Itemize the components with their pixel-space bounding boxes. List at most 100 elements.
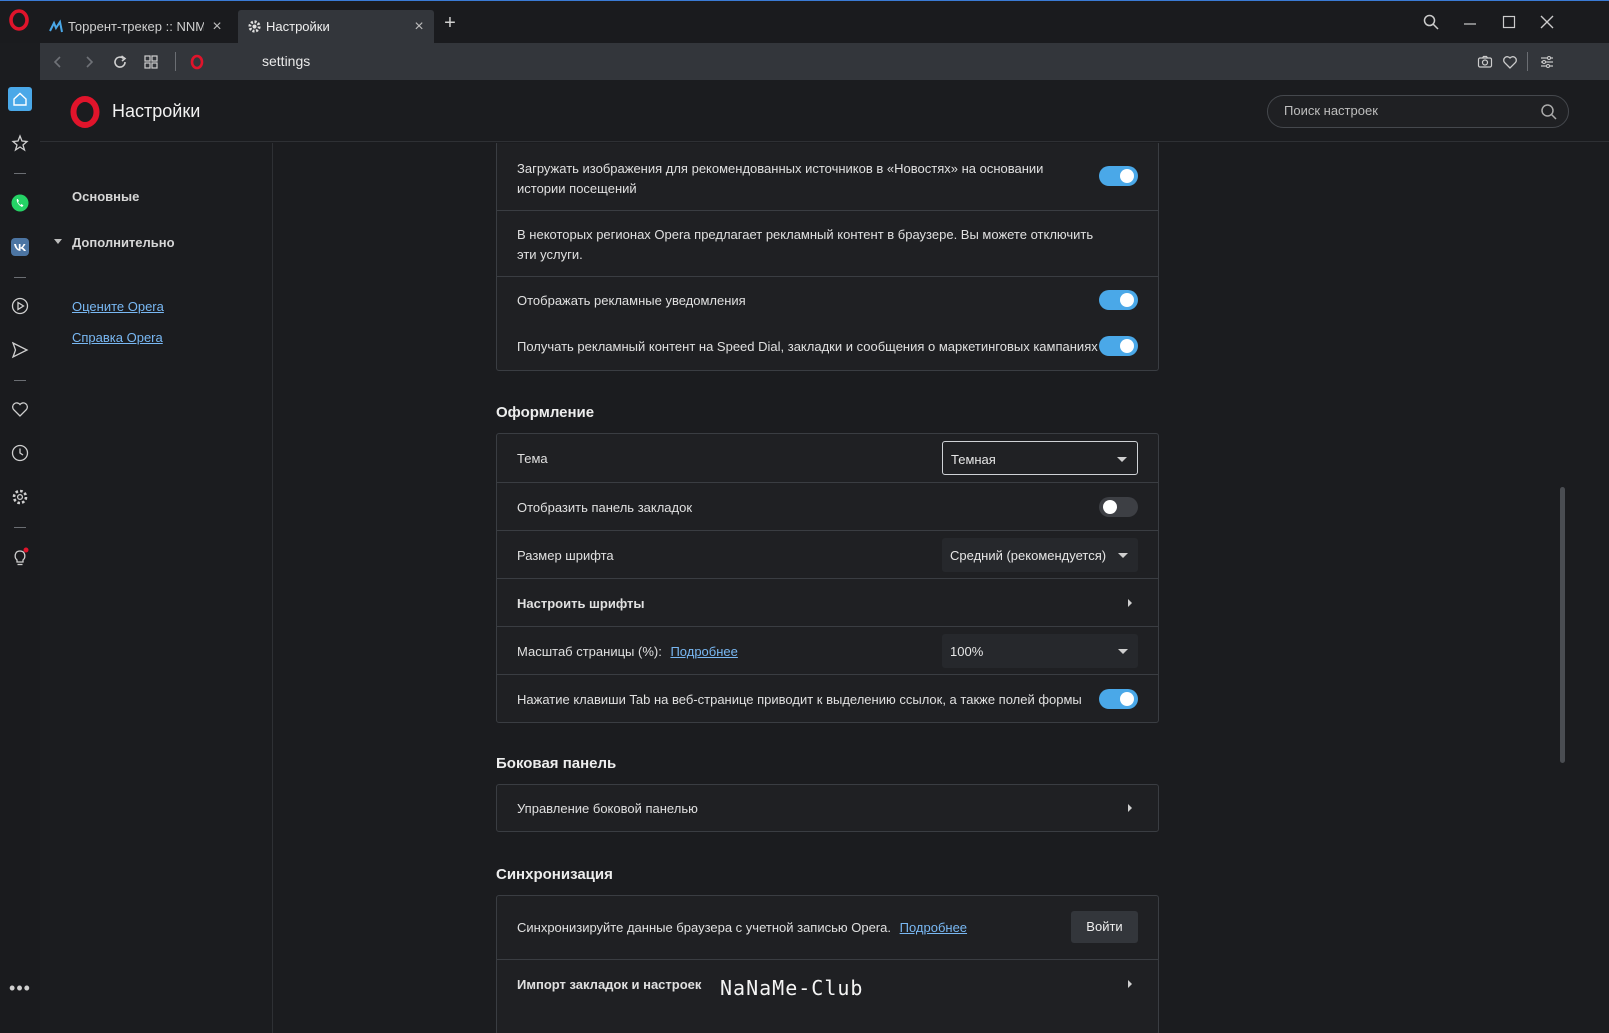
settings-left-nav: Основные Дополнительно Оцените Opera Спр… [40, 143, 273, 1033]
sync-text-wrap: Синхронизируйте данные браузера с учетно… [517, 920, 967, 935]
nnm-favicon-icon [48, 18, 64, 35]
setting-label: Получать рекламный контент на Speed Dial… [517, 339, 1098, 354]
help-opera-link[interactable]: Справка Opera [72, 330, 163, 345]
settings-gear-icon[interactable] [8, 485, 32, 509]
divider [14, 380, 26, 381]
setting-label: Загружать изображения для рекомендованны… [517, 161, 1044, 196]
nav-basic[interactable]: Основные [72, 189, 139, 204]
settings-header: Настройки [40, 80, 1609, 142]
settings-search[interactable] [1267, 95, 1569, 128]
setting-label-wrap: Масштаб страницы (%): Подробнее [517, 644, 738, 659]
chevron-right-icon [1128, 804, 1132, 812]
tab-label: Торрент-трекер :: NNM-Cl [68, 19, 204, 34]
whatsapp-icon[interactable] [8, 191, 32, 215]
nav-advanced[interactable]: Дополнительно [72, 235, 175, 250]
close-window-icon[interactable] [1534, 9, 1560, 35]
zoom-select[interactable]: 100% [942, 634, 1138, 668]
close-tab-icon[interactable]: × [412, 18, 426, 34]
tab-nnm[interactable]: Торрент-трекер :: NNM-Cl × [40, 10, 232, 43]
gear-icon [246, 19, 262, 35]
setting-row: Загружать изображения для рекомендованны… [497, 143, 1158, 210]
flow-send-icon[interactable] [8, 338, 32, 362]
chevron-right-icon [1128, 599, 1132, 607]
setting-row-manage-sidebar[interactable]: Управление боковой панелью [497, 785, 1158, 831]
heart-icon[interactable] [1499, 51, 1521, 73]
tab-search-icon[interactable] [1418, 9, 1444, 35]
setting-label: Размер шрифта [517, 548, 614, 563]
rate-opera-link[interactable]: Оцените Opera [72, 299, 164, 314]
divider [1527, 52, 1528, 71]
setting-label: Отобразить панель закладок [517, 500, 693, 515]
select-value: 100% [950, 644, 984, 659]
opera-menu-icon[interactable] [8, 9, 30, 31]
vk-icon[interactable] [8, 235, 32, 259]
setting-row-bookmarks-bar: Отобразить панель закладок [497, 482, 1158, 530]
setting-label: Управление боковой панелью [517, 801, 698, 816]
tab-settings[interactable]: Настройки × [238, 10, 434, 43]
tips-lightbulb-icon[interactable] [8, 545, 32, 569]
setting-row: Получать рекламный контент на Speed Dial… [497, 323, 1158, 370]
tab-strip: Торрент-трекер :: NNM-Cl × Настройки × + [0, 1, 1609, 43]
scrollbar[interactable] [1558, 143, 1567, 1033]
bookmarks-heart-icon[interactable] [8, 397, 32, 421]
login-button[interactable]: Войти [1071, 911, 1138, 943]
forward-icon[interactable] [78, 51, 100, 73]
back-icon[interactable] [47, 51, 69, 73]
browser-sidebar: ••• [0, 80, 40, 1033]
ads-settings-card: Загружать изображения для рекомендованны… [496, 143, 1159, 371]
scrollbar-thumb[interactable] [1560, 487, 1565, 763]
tabs-overview-icon[interactable] [140, 51, 162, 73]
section-title-sync: Синхронизация [496, 866, 613, 883]
sync-learn-more-link[interactable]: Подробнее [900, 920, 967, 935]
setting-row-customize-fonts[interactable]: Настроить шрифты [497, 578, 1158, 626]
reload-icon[interactable] [109, 51, 131, 73]
setting-row-font-size: Размер шрифта Средний (рекомендуется) [497, 530, 1158, 578]
speed-dial-icon[interactable] [8, 131, 32, 155]
setting-row-theme: Тема Темная [497, 434, 1158, 482]
minimize-icon[interactable] [1457, 9, 1483, 35]
history-clock-icon[interactable] [8, 441, 32, 465]
player-icon[interactable] [8, 294, 32, 318]
setting-description: В некоторых регионах Opera предлагает ре… [517, 227, 1094, 262]
setting-row: Отображать рекламные уведомления [497, 276, 1158, 323]
toggle-news-images[interactable] [1099, 166, 1138, 186]
section-title-sidebar: Боковая панель [496, 755, 617, 772]
select-value: Средний (рекомендуется) [950, 548, 1107, 563]
toggle-promo-notifications[interactable] [1099, 290, 1138, 310]
url-text[interactable]: settings [262, 53, 310, 69]
watermark: NaNaMe-Club [720, 976, 864, 1000]
close-tab-icon[interactable]: × [210, 18, 224, 34]
setting-label: Тема [517, 451, 548, 466]
home-icon[interactable] [8, 87, 32, 111]
setting-row-sync: Синхронизируйте данные браузера с учетно… [497, 896, 1158, 959]
section-title-appearance: Оформление [496, 404, 595, 421]
font-size-select[interactable]: Средний (рекомендуется) [942, 538, 1138, 572]
setting-label: Масштаб страницы (%): [517, 644, 662, 659]
toggle-bookmarks-bar[interactable] [1099, 497, 1138, 517]
divider [14, 277, 26, 278]
sync-card: Синхронизируйте данные браузера с учетно… [496, 895, 1159, 1033]
appearance-card: Тема Темная Отобразить панель закладок Р… [496, 433, 1159, 723]
snapshot-icon[interactable] [1474, 51, 1496, 73]
search-input[interactable] [1284, 103, 1524, 118]
setting-row-zoom: Масштаб страницы (%): Подробнее 100% [497, 626, 1158, 674]
setting-label: Отображать рекламные уведомления [517, 293, 746, 308]
more-options-icon[interactable]: ••• [8, 976, 32, 1000]
dropdown-arrow-icon [1118, 553, 1128, 558]
select-value: Темная [951, 452, 996, 467]
theme-select[interactable]: Темная [942, 441, 1138, 475]
easy-setup-icon[interactable] [1536, 51, 1558, 73]
toggle-speed-dial-promo[interactable] [1099, 336, 1138, 356]
maximize-icon[interactable] [1496, 9, 1522, 35]
divider [14, 527, 26, 528]
caret-down-icon [54, 239, 62, 244]
setting-label: Нажатие клавиши Tab на веб-странице прив… [517, 692, 1082, 707]
settings-main: Загружать изображения для рекомендованны… [274, 143, 1556, 1033]
setting-row-tab-highlight: Нажатие клавиши Tab на веб-странице прив… [497, 674, 1158, 722]
browser-window: Торрент-трекер :: NNM-Cl × Настройки × + [0, 0, 1609, 1033]
zoom-learn-more-link[interactable]: Подробнее [670, 644, 737, 659]
new-tab-button[interactable]: + [440, 13, 460, 33]
toggle-tab-highlight[interactable] [1099, 689, 1138, 709]
page-title: Настройки [112, 101, 201, 121]
setting-row: В некоторых регионах Opera предлагает ре… [497, 210, 1158, 276]
